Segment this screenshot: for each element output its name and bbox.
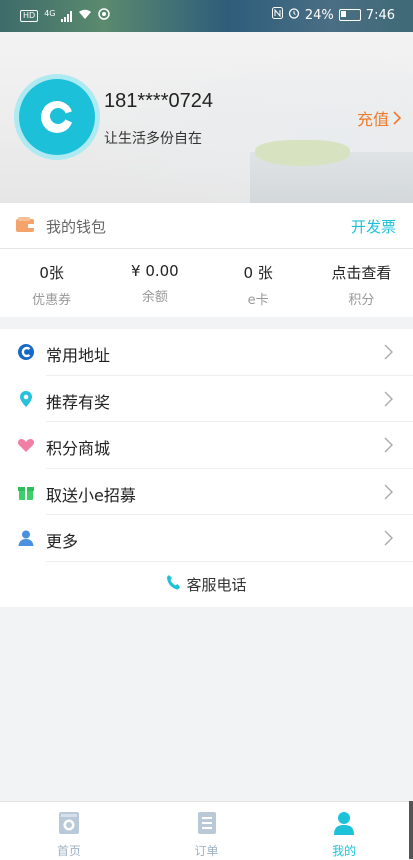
balance-stat[interactable]: ¥ 0.00 余额 bbox=[103, 249, 206, 317]
tab-label: 我的 bbox=[332, 844, 357, 858]
tab-mine[interactable]: 我的 bbox=[275, 802, 413, 860]
signal-icon bbox=[61, 10, 73, 22]
customer-service-label: 客服电话 bbox=[186, 575, 247, 594]
user-icon bbox=[17, 529, 35, 547]
balance-label: 余额 bbox=[141, 290, 168, 305]
menu-item-label: 积分商城 bbox=[46, 439, 111, 459]
wallet-title: 我的钱包 bbox=[46, 218, 107, 236]
avatar-logo-icon bbox=[19, 79, 95, 155]
menu-list: 常用地址 推荐有奖 积分商城 取送小e招募 更多 客服电话 bbox=[0, 329, 413, 607]
battery-icon bbox=[338, 9, 361, 21]
coupon-value: 0张 bbox=[39, 264, 64, 282]
coupon-label: 优惠券 bbox=[32, 293, 72, 308]
points-stat[interactable]: 点击查看 积分 bbox=[310, 249, 413, 317]
wifi-icon bbox=[78, 9, 92, 24]
recharge-label: 充值 bbox=[356, 110, 389, 129]
wallet-header: 我的钱包 开发票 bbox=[0, 203, 413, 249]
washer-icon bbox=[58, 811, 80, 839]
customer-service-button[interactable]: 客服电话 bbox=[0, 562, 413, 607]
tab-label: 订单 bbox=[194, 844, 219, 858]
menu-item-referral[interactable]: 推荐有奖 bbox=[0, 376, 413, 423]
address-icon bbox=[17, 343, 35, 361]
background-fruit-bowl bbox=[255, 140, 350, 166]
wallet-icon bbox=[16, 217, 34, 236]
user-phone: 181****0724 bbox=[104, 90, 213, 112]
recharge-button[interactable]: 充值 bbox=[357, 106, 401, 130]
person-icon bbox=[333, 811, 355, 839]
chevron-right-icon bbox=[384, 530, 393, 546]
menu-item-label: 常用地址 bbox=[46, 346, 111, 365]
phone-icon bbox=[166, 574, 181, 594]
location-pin-icon bbox=[17, 390, 35, 408]
tab-home[interactable]: 首页 bbox=[0, 802, 138, 860]
gift-icon bbox=[17, 483, 35, 501]
user-slogan: 让生活多份自在 bbox=[104, 131, 202, 147]
balance-value: ¥ 0.00 bbox=[131, 262, 179, 280]
invoice-button[interactable]: 开发票 bbox=[351, 216, 396, 237]
scrollbar[interactable] bbox=[409, 801, 413, 859]
menu-item-label: 取送小e招募 bbox=[46, 485, 136, 505]
tab-label: 首页 bbox=[56, 844, 81, 858]
list-icon bbox=[197, 811, 217, 839]
tab-orders[interactable]: 订单 bbox=[138, 802, 276, 860]
points-label: 积分 bbox=[348, 293, 375, 308]
chevron-right-icon bbox=[384, 484, 393, 500]
menu-item-label: 推荐有奖 bbox=[46, 392, 111, 412]
ecard-stat[interactable]: 0 张 e卡 bbox=[207, 249, 310, 317]
nfc-icon bbox=[271, 7, 283, 23]
menu-item-label: 更多 bbox=[46, 532, 79, 552]
alarm-icon bbox=[288, 7, 300, 23]
divider bbox=[46, 560, 413, 562]
avatar[interactable] bbox=[14, 74, 100, 160]
chevron-right-icon bbox=[384, 437, 393, 453]
wallet-stats: 0张 优惠券 ¥ 0.00 余额 0 张 e卡 点击查看 积分 bbox=[0, 249, 413, 317]
ecard-value: 0 张 bbox=[243, 264, 273, 282]
menu-item-courier-recruit[interactable]: 取送小e招募 bbox=[0, 469, 413, 516]
network-type: 4G bbox=[44, 8, 56, 18]
chevron-right-icon bbox=[384, 391, 393, 407]
ecard-label: e卡 bbox=[247, 293, 269, 308]
app-notification-icon bbox=[98, 8, 111, 24]
chevron-right-icon bbox=[384, 344, 393, 360]
menu-item-address[interactable]: 常用地址 bbox=[0, 329, 413, 376]
coupon-stat[interactable]: 0张 优惠券 bbox=[0, 249, 103, 317]
battery-percent: 24% bbox=[304, 7, 334, 23]
hd-indicator: HD bbox=[20, 10, 39, 22]
menu-item-points-mall[interactable]: 积分商城 bbox=[0, 422, 413, 469]
bottom-tab-bar: 首页 订单 我的 bbox=[0, 801, 413, 860]
chevron-right-icon bbox=[393, 111, 401, 125]
menu-item-more[interactable]: 更多 bbox=[0, 515, 413, 562]
heart-icon bbox=[17, 436, 35, 454]
status-bar: HD 4G 24% 7:46 bbox=[0, 0, 413, 32]
points-value: 点击查看 bbox=[331, 264, 392, 282]
clock: 7:46 bbox=[365, 7, 395, 23]
